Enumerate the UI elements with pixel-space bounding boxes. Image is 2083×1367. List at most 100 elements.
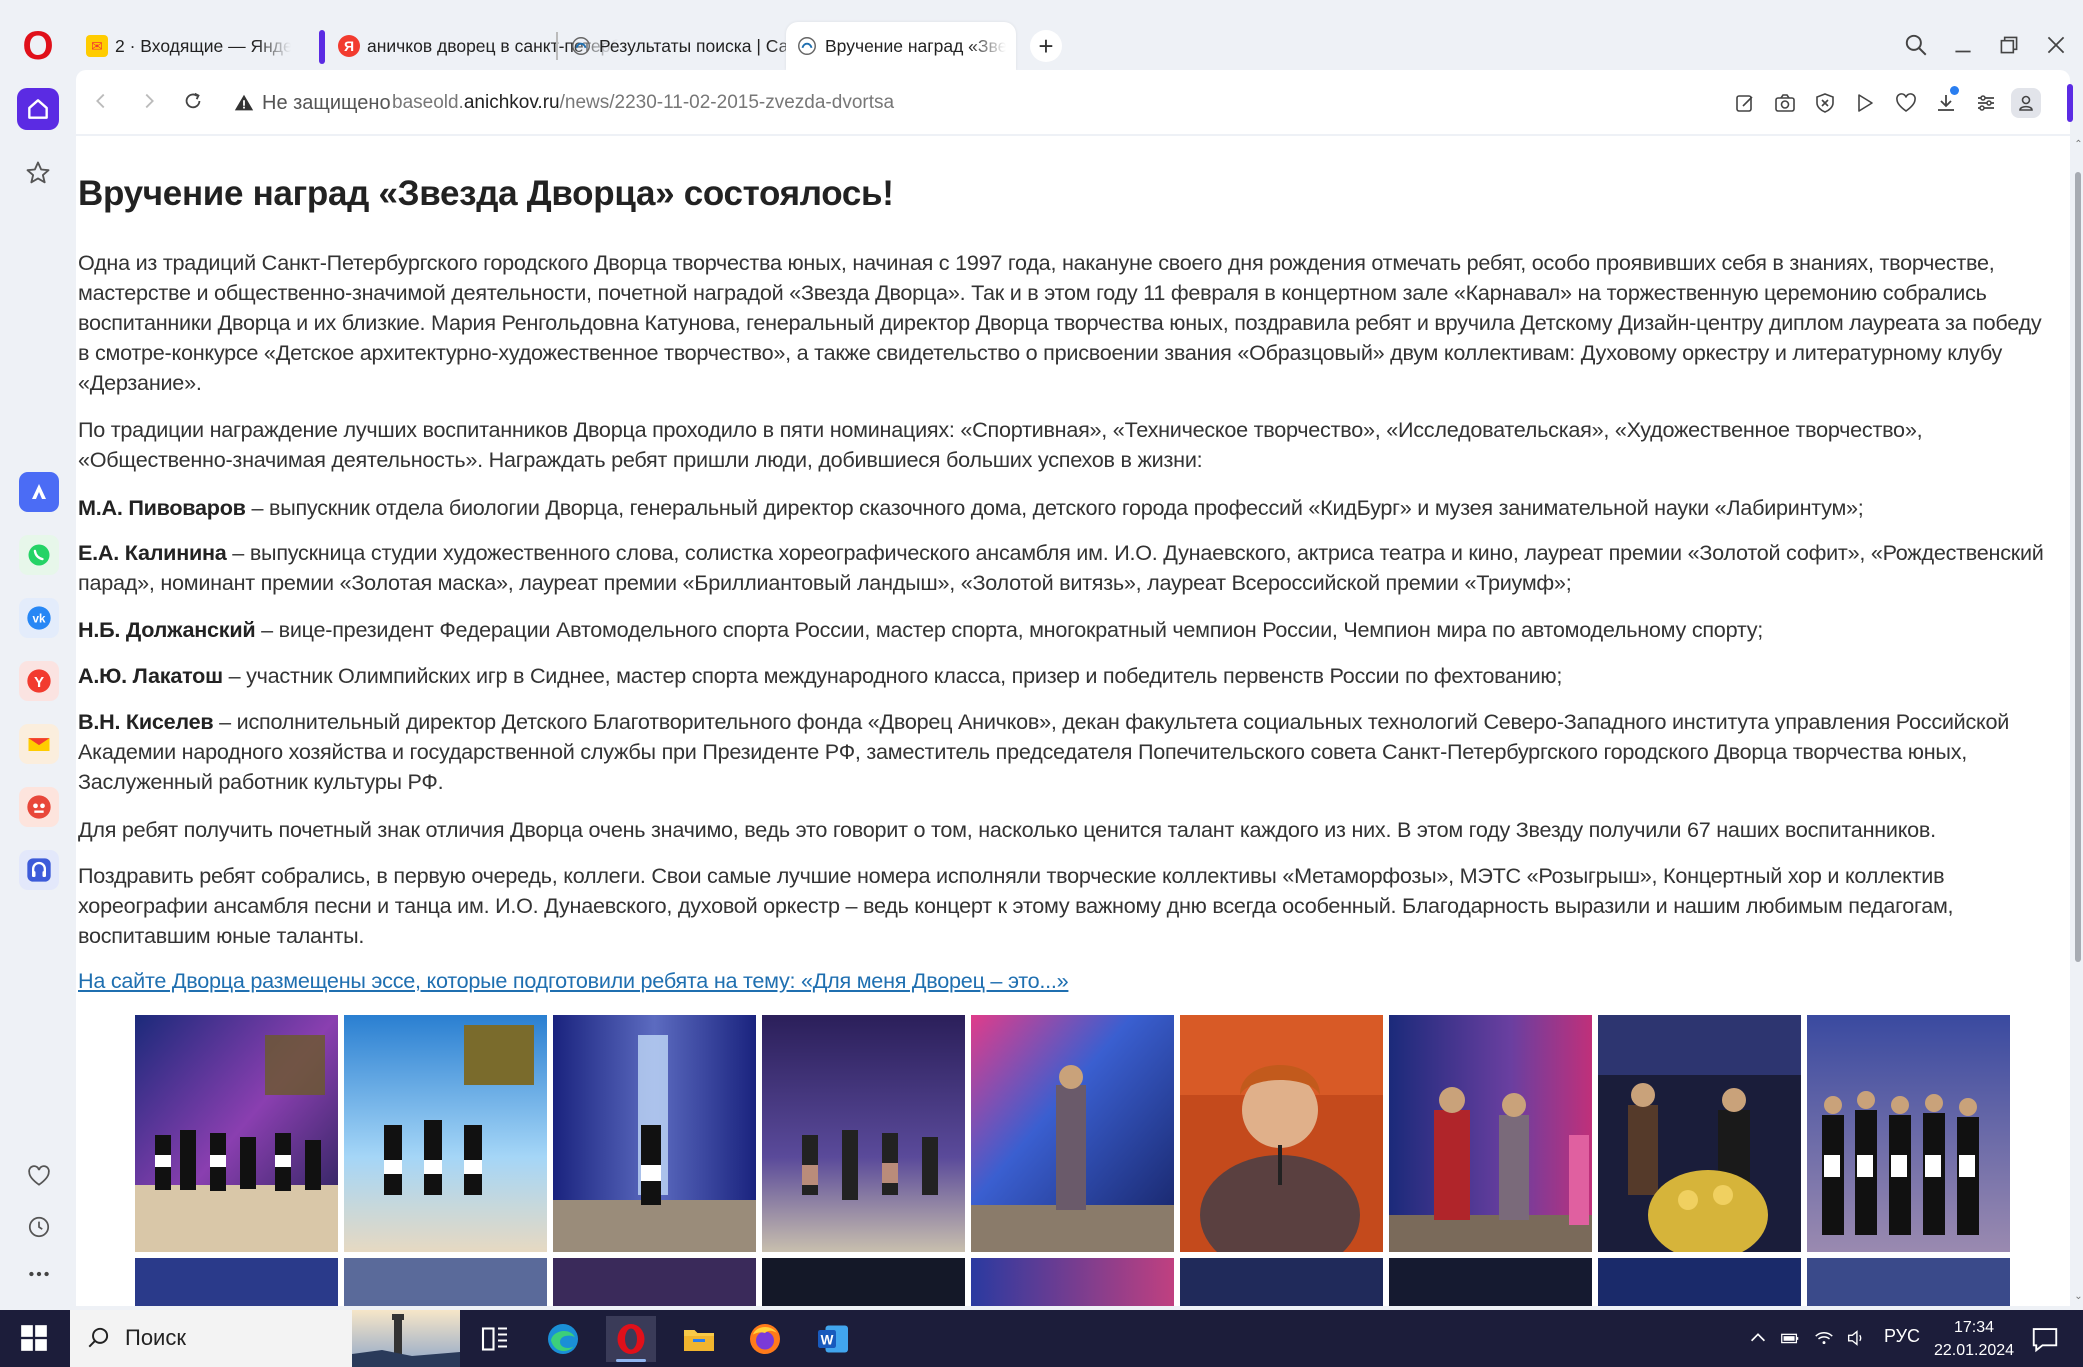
gallery-photo[interactable] bbox=[1389, 1015, 1592, 1252]
gallery-photo[interactable] bbox=[135, 1015, 338, 1252]
reload-icon[interactable] bbox=[176, 84, 210, 118]
edit-page-icon[interactable] bbox=[1730, 88, 1760, 118]
gallery-photo[interactable] bbox=[1389, 1258, 1592, 1306]
gallery-photo[interactable] bbox=[1807, 1015, 2010, 1252]
input-language[interactable]: РУС bbox=[1884, 1326, 1920, 1347]
close-icon[interactable] bbox=[2039, 28, 2073, 62]
anichkov-icon bbox=[570, 35, 592, 57]
yandex-search-icon: Я bbox=[338, 35, 360, 57]
gallery-photo[interactable] bbox=[1180, 1015, 1383, 1252]
music-player-icon[interactable] bbox=[19, 850, 59, 890]
sidebar-marker bbox=[2067, 84, 2073, 122]
ad-blocker-icon[interactable] bbox=[1810, 88, 1840, 118]
volume-icon[interactable] bbox=[1842, 1324, 1870, 1352]
firefox-icon[interactable] bbox=[740, 1316, 790, 1362]
warning-triangle-icon[interactable] bbox=[233, 92, 255, 114]
article-nominations: По традиции награждение лучших воспитанн… bbox=[78, 417, 1923, 472]
gallery-photo[interactable] bbox=[135, 1258, 338, 1306]
tab-strip: ✉ 2 · Входящие — Яндекс Почта Я аничков … bbox=[76, 8, 2083, 70]
profile-icon[interactable] bbox=[2011, 88, 2041, 118]
gallery-photo[interactable] bbox=[1807, 1258, 2010, 1306]
laureate-desc: – исполнительный директор Детского Благо… bbox=[78, 709, 2010, 794]
forward-icon[interactable] bbox=[132, 84, 166, 118]
laureate-desc: – выпускник отдела биологии Дворца, гене… bbox=[245, 495, 1864, 520]
bookmarks-star-icon[interactable] bbox=[17, 152, 59, 194]
gallery-photo[interactable] bbox=[762, 1258, 965, 1306]
back-icon[interactable] bbox=[84, 84, 118, 118]
flow-send-icon[interactable] bbox=[1850, 88, 1880, 118]
task-view-icon[interactable] bbox=[470, 1316, 520, 1362]
essay-link[interactable]: На сайте Дворца размещены эссе, которые … bbox=[78, 968, 1069, 994]
article-intro: Одна из традиций Санкт-Петербургского го… bbox=[78, 250, 2042, 395]
easy-setup-icon[interactable] bbox=[1971, 88, 2001, 118]
article-significance: Для ребят получить почетный знак отличия… bbox=[78, 817, 1936, 842]
download-badge bbox=[1950, 86, 1959, 95]
laureate-kalinina: Е.А. Калинина – выпускница студии художе… bbox=[78, 538, 2048, 598]
snapshot-camera-icon[interactable] bbox=[1770, 88, 1800, 118]
laureate-desc: – выпускница студии художественного слов… bbox=[78, 540, 2044, 595]
search-icon bbox=[88, 1327, 109, 1348]
page-scrollbar[interactable]: ⌃ ⌄ bbox=[2074, 136, 2083, 1306]
vk-icon[interactable]: vk bbox=[19, 598, 59, 638]
heart-icon[interactable] bbox=[21, 1158, 57, 1194]
url-path: /news/2230-11-02-2015-zvezda-dvortsa bbox=[559, 92, 895, 113]
bookmark-heart-icon[interactable] bbox=[1891, 88, 1921, 118]
gallery-photo[interactable] bbox=[971, 1258, 1174, 1306]
tab-yandex-mail[interactable]: ✉ 2 · Входящие — Яндекс Почта bbox=[76, 22, 301, 70]
downloads-icon[interactable] bbox=[1931, 86, 1961, 118]
more-dots-icon[interactable] bbox=[21, 1256, 57, 1292]
wifi-icon[interactable] bbox=[1810, 1324, 1838, 1352]
edge-browser-icon[interactable] bbox=[538, 1316, 588, 1362]
tab-group-marker bbox=[319, 30, 325, 64]
battery-icon[interactable] bbox=[1776, 1324, 1804, 1352]
laureate-name: Н.Б. Должанский bbox=[78, 617, 256, 642]
laureate-desc: – участник Олимпийских игр в Сиднее, мас… bbox=[222, 663, 1563, 688]
yandex-icon[interactable]: Y bbox=[19, 661, 59, 701]
windows-taskbar: Поиск W РУС 17:34 22.01.2024 bbox=[0, 1310, 2083, 1367]
opera-logo-icon[interactable]: O bbox=[21, 26, 55, 66]
restore-icon[interactable] bbox=[1992, 28, 2026, 62]
scroll-up-icon[interactable]: ⌃ bbox=[2074, 140, 2083, 150]
laureate-kiselev: В.Н. Киселев – исполнительный директор Д… bbox=[78, 707, 2048, 797]
notification-center-icon[interactable] bbox=[2030, 1324, 2060, 1354]
url-field[interactable]: baseold.anichkov.ru/news/2230-11-02-2015… bbox=[392, 92, 894, 114]
tab-separator bbox=[556, 32, 558, 60]
gallery-photo[interactable] bbox=[553, 1258, 756, 1306]
scrollbar-thumb[interactable] bbox=[2075, 172, 2081, 962]
security-status-label[interactable]: Не защищено bbox=[262, 92, 391, 115]
system-clock[interactable]: 17:34 22.01.2024 bbox=[1928, 1316, 2020, 1362]
svg-text:Y: Y bbox=[34, 674, 44, 691]
taskbar-search[interactable]: Поиск bbox=[70, 1310, 460, 1367]
yandex-mail-icon: ✉ bbox=[86, 35, 108, 57]
gallery-photo[interactable] bbox=[971, 1015, 1174, 1252]
active-app-indicator bbox=[616, 1359, 646, 1362]
gallery-photo[interactable] bbox=[344, 1015, 547, 1252]
laureate-name: А.Ю. Лакатош bbox=[78, 663, 223, 688]
gallery-photo[interactable] bbox=[553, 1015, 756, 1252]
aria-ai-icon[interactable] bbox=[19, 472, 59, 512]
gallery-photo[interactable] bbox=[762, 1015, 965, 1252]
file-explorer-icon[interactable] bbox=[674, 1316, 724, 1362]
tab-active-zvezda[interactable]: Вручение наград «Звезда Дворца» bbox=[786, 22, 1016, 70]
gallery-photo[interactable] bbox=[1598, 1258, 1801, 1306]
tray-chevron-up-icon[interactable] bbox=[1744, 1324, 1772, 1352]
page-viewport: Вручение наград «Звезда Дворца» состояло… bbox=[76, 136, 2070, 1306]
yandex-mail-icon[interactable] bbox=[19, 724, 59, 764]
opera-taskbar-icon[interactable] bbox=[606, 1316, 656, 1362]
laureate-name: М.А. Пивоваров bbox=[78, 495, 246, 520]
gallery-photo[interactable] bbox=[1180, 1258, 1383, 1306]
history-clock-icon[interactable] bbox=[21, 1209, 57, 1245]
minimize-icon[interactable] bbox=[1946, 28, 1980, 62]
scroll-down-icon[interactable]: ⌄ bbox=[2074, 1292, 2083, 1302]
article-congrats: Поздравить ребят собрались, в первую оче… bbox=[78, 863, 1954, 948]
windows-start-icon[interactable] bbox=[20, 1324, 48, 1352]
anichkov-icon bbox=[796, 35, 818, 57]
gallery-photo[interactable] bbox=[344, 1258, 547, 1306]
word-icon[interactable]: W bbox=[808, 1316, 858, 1362]
search-tabs-icon[interactable] bbox=[1899, 28, 1933, 62]
new-tab-button[interactable]: + bbox=[1030, 30, 1062, 62]
gallery-photo[interactable] bbox=[1598, 1015, 1801, 1252]
whatsapp-icon[interactable] bbox=[19, 535, 59, 575]
home-icon[interactable] bbox=[17, 88, 59, 130]
games-icon[interactable] bbox=[19, 787, 59, 827]
